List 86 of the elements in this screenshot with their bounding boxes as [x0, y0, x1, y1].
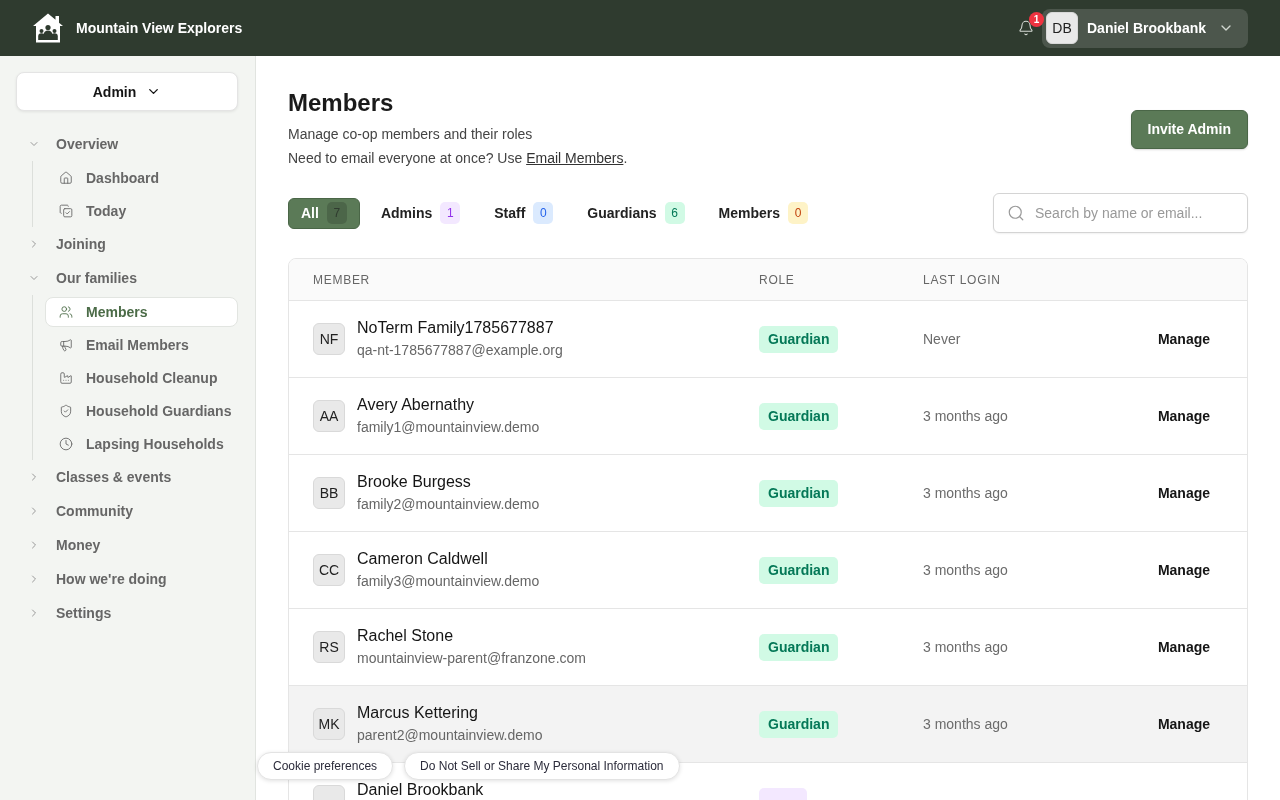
notification-count: 1 — [1029, 12, 1044, 27]
last-login: 3 months ago — [922, 408, 1009, 424]
invite-admin-button[interactable]: Invite Admin — [1130, 109, 1248, 149]
member-name: Rachel Stone — [357, 626, 455, 646]
manage-button[interactable]: Manage — [1144, 633, 1223, 661]
last-login: 3 months ago — [922, 485, 1009, 501]
consent-button[interactable]: Cookie preferences — [257, 752, 394, 780]
member-avatar: CC — [313, 554, 345, 586]
house-logo-icon — [32, 12, 64, 44]
manage-button[interactable]: Manage — [1144, 325, 1223, 353]
nav-item[interactable]: Members — [45, 297, 238, 327]
role-badge: Guardian — [759, 402, 839, 430]
role-switcher[interactable]: Admin — [16, 72, 238, 111]
tab-count: 0 — [788, 202, 809, 224]
member-avatar: BB — [313, 477, 345, 509]
last-login: 3 months ago — [922, 716, 1009, 732]
nav-group[interactable]: How we're doing — [16, 562, 238, 596]
tab-count: 1 — [440, 202, 461, 224]
app-name: Mountain View Explorers — [76, 20, 243, 36]
filter-tab[interactable]: Members 0 — [705, 197, 822, 229]
last-login: Never — [922, 331, 962, 347]
member-name: Cameron Caldwell — [357, 549, 489, 569]
nav-item[interactable]: Lapsing Households — [45, 429, 238, 459]
tab-count: 0 — [533, 202, 554, 224]
column-header: ROLE — [758, 272, 796, 287]
last-login: 3 months ago — [922, 639, 1009, 655]
manage-button[interactable]: Manage — [1144, 479, 1223, 507]
member-email: mountainview-parent@franzone.com — [357, 649, 586, 668]
member-email: parent2@mountainview.demo — [357, 726, 543, 745]
last-login: 3 months ago — [922, 562, 1009, 578]
role-badge: Guardian — [759, 325, 839, 353]
member-email: family1@mountainview.demo — [357, 418, 540, 437]
nav-group[interactable]: Community — [16, 494, 238, 528]
factory-icon — [59, 371, 73, 385]
role-badge: Guardian — [759, 710, 839, 738]
nav-group[interactable]: Overview — [16, 127, 238, 161]
nav-item[interactable]: Today — [45, 196, 238, 226]
email-hint: Need to email everyone at once? Use Email Members. — [288, 149, 628, 168]
user-initials: DB — [1046, 12, 1078, 44]
member-name: Brooke Burgess — [357, 472, 472, 492]
search-field[interactable]: Search by name or email... — [993, 193, 1248, 233]
role-badge: Guardian — [759, 633, 839, 661]
column-header: MEMBER — [312, 272, 371, 287]
nav-group[interactable]: Settings — [16, 596, 238, 630]
manage-button[interactable]: Manage — [1144, 556, 1223, 584]
member-email: qa-nt-1785677887@example.org — [357, 341, 563, 360]
notifications-button[interactable] — [1018, 20, 1034, 36]
page-subtitle: Manage co-op members and their roles — [288, 125, 534, 144]
search-icon — [1007, 204, 1025, 222]
member-email: family3@mountainview.demo — [357, 572, 540, 591]
nav-item[interactable]: Household Guardians — [45, 396, 238, 426]
copy-check-icon — [59, 204, 73, 218]
member-avatar: MK — [313, 708, 345, 740]
house-icon — [59, 171, 73, 185]
bell-icon — [1018, 20, 1034, 36]
shield-check-icon — [59, 404, 73, 418]
filter-tab[interactable]: Staff 0 — [481, 197, 567, 229]
role-badge: Guardian — [759, 556, 839, 584]
column-header: LAST LOGIN — [922, 272, 1002, 287]
tab-count: 6 — [664, 202, 685, 224]
nav-item[interactable]: Dashboard — [45, 163, 238, 193]
nav-item[interactable]: Household Cleanup — [45, 363, 238, 393]
member-name: Marcus Kettering — [357, 703, 479, 723]
consent-button[interactable]: Do Not Sell or Share My Personal Information — [404, 752, 680, 780]
filter-tab[interactable]: Guardians 6 — [574, 197, 698, 229]
nav-group[interactable]: Joining — [16, 227, 238, 261]
member-avatar: AA — [313, 400, 345, 432]
nav-group[interactable]: Classes & events — [16, 460, 238, 494]
member-name: Avery Abernathy — [357, 395, 476, 415]
nav-item[interactable]: Email Members — [45, 330, 238, 360]
member-avatar: RS — [313, 631, 345, 663]
member-avatar: NF — [313, 323, 345, 355]
filter-tab[interactable]: Admins 1 — [367, 197, 474, 229]
member-name: NoTerm Family1785677887 — [357, 318, 555, 338]
role-badge: Guardian — [759, 479, 839, 507]
manage-button[interactable]: Manage — [1144, 710, 1223, 738]
users-icon — [59, 305, 73, 319]
nav-group[interactable]: Our families — [16, 261, 238, 295]
user-menu-button[interactable]: DB Daniel Brookbank — [1042, 8, 1248, 48]
page-title: Members — [288, 88, 395, 118]
megaphone-icon — [59, 338, 73, 352]
member-name: Daniel Brookbank — [357, 780, 484, 800]
manage-button[interactable]: Manage — [1144, 402, 1223, 430]
clock-icon — [59, 437, 73, 451]
member-email: family2@mountainview.demo — [357, 495, 540, 514]
nav-group[interactable]: Money — [16, 528, 238, 562]
